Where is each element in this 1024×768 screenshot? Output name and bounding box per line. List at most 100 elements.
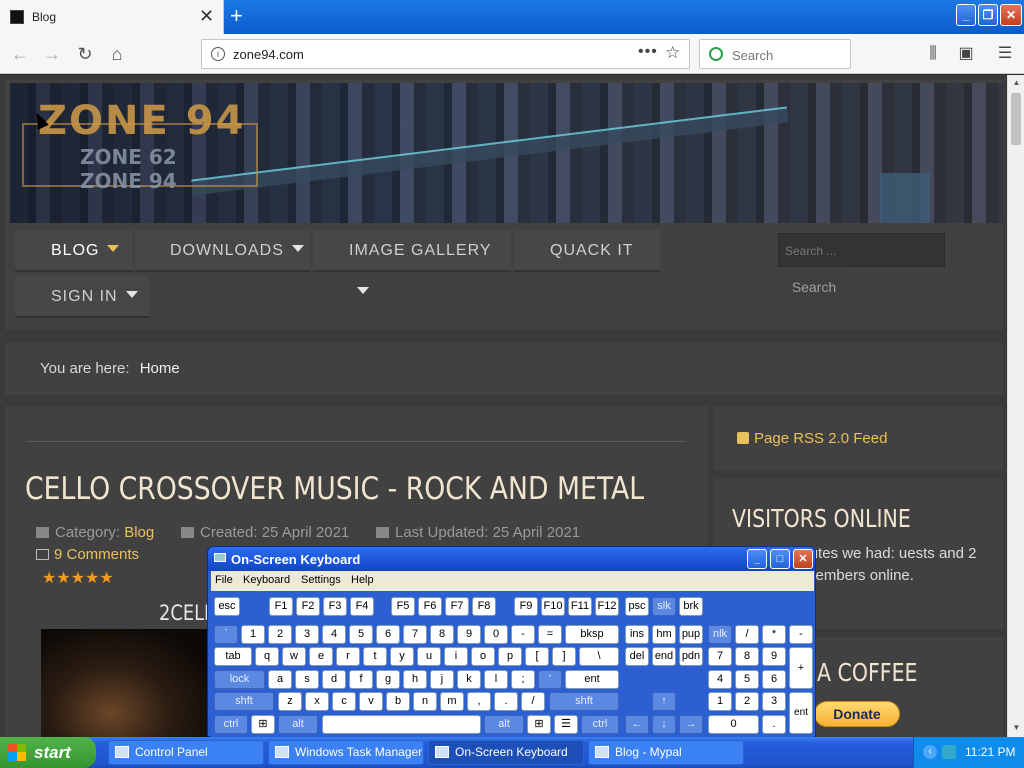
site-search-button[interactable]: Search bbox=[778, 270, 850, 304]
key-f12[interactable]: F12 bbox=[595, 597, 619, 616]
key-esc[interactable]: esc bbox=[214, 597, 240, 616]
menu-blog[interactable]: BLOG bbox=[15, 230, 133, 272]
back-arrow-icon[interactable]: ← bbox=[8, 42, 32, 66]
key-g[interactable]: g bbox=[376, 670, 400, 689]
key-pup[interactable]: pup bbox=[679, 625, 703, 644]
page-scrollbar[interactable]: ▲ ▼ bbox=[1007, 75, 1024, 737]
key-x[interactable]: x bbox=[305, 692, 329, 711]
key-num-3[interactable]: 3 bbox=[762, 692, 786, 711]
key-caps-lock[interactable]: lock bbox=[214, 670, 265, 689]
key-f9[interactable]: F9 bbox=[514, 597, 538, 616]
key-u[interactable]: u bbox=[417, 647, 441, 666]
key-num-multiply[interactable]: * bbox=[762, 625, 786, 644]
key-left-windows[interactable]: ⊞ bbox=[251, 715, 275, 734]
browser-tab[interactable]: Blog ✕ bbox=[0, 0, 224, 34]
rss-link[interactable]: Page RSS 2.0 Feed bbox=[737, 430, 887, 447]
key-l[interactable]: l bbox=[484, 670, 508, 689]
key-6[interactable]: 6 bbox=[376, 625, 400, 644]
site-banner[interactable]: ZONE 94 ZONE 62 ZONE 94 bbox=[10, 83, 1003, 223]
url-bar[interactable]: i zone94.com ••• ☆ bbox=[201, 39, 690, 69]
key-tab[interactable]: tab bbox=[214, 647, 252, 666]
key-d[interactable]: d bbox=[322, 670, 346, 689]
sidebar-toggle-icon[interactable]: ▣ bbox=[955, 43, 977, 65]
menu-image-gallery[interactable]: IMAGE GALLERY bbox=[313, 230, 511, 294]
home-icon[interactable]: ⌂ bbox=[105, 42, 129, 66]
forward-arrow-icon[interactable]: → bbox=[40, 42, 64, 66]
key-f4[interactable]: F4 bbox=[350, 597, 374, 616]
task-control-panel[interactable]: Control Panel bbox=[108, 740, 264, 765]
key-y[interactable]: y bbox=[390, 647, 414, 666]
osk-menu-file[interactable]: File bbox=[215, 574, 233, 586]
key-slk[interactable]: slk bbox=[652, 597, 676, 616]
bookmark-star-icon[interactable]: ☆ bbox=[665, 43, 680, 63]
key-a[interactable]: a bbox=[268, 670, 292, 689]
menu-downloads[interactable]: DOWNLOADS bbox=[135, 230, 310, 272]
key-backslash[interactable]: \ bbox=[579, 647, 619, 666]
url-text[interactable]: zone94.com bbox=[233, 47, 304, 62]
key-f8[interactable]: F8 bbox=[472, 597, 496, 616]
browser-search-input[interactable]: Search bbox=[699, 39, 851, 69]
window-minimize-button[interactable]: _ bbox=[956, 4, 976, 26]
key-i[interactable]: i bbox=[444, 647, 468, 666]
key-num-enter[interactable]: ent bbox=[789, 692, 813, 734]
article-image[interactable] bbox=[41, 629, 216, 737]
key-comma[interactable]: , bbox=[467, 692, 491, 711]
key-o[interactable]: o bbox=[471, 647, 495, 666]
key-h[interactable]: h bbox=[403, 670, 427, 689]
key-8[interactable]: 8 bbox=[430, 625, 454, 644]
key-right-shift[interactable]: shft bbox=[549, 692, 619, 711]
tab-close-icon[interactable]: ✕ bbox=[199, 6, 214, 26]
key-z[interactable]: z bbox=[278, 692, 302, 711]
key-c[interactable]: c bbox=[332, 692, 356, 711]
task-on-screen-keyboard[interactable]: On-Screen Keyboard bbox=[428, 740, 584, 765]
key-num-0[interactable]: 0 bbox=[708, 715, 759, 734]
key-quote[interactable]: ' bbox=[538, 670, 562, 689]
scroll-thumb[interactable] bbox=[1011, 93, 1021, 145]
key-f11[interactable]: F11 bbox=[568, 597, 592, 616]
key-arrow-down[interactable]: ↓ bbox=[652, 715, 676, 734]
key-k[interactable]: k bbox=[457, 670, 481, 689]
osk-menu-settings[interactable]: Settings bbox=[301, 574, 341, 586]
key-r[interactable]: r bbox=[336, 647, 360, 666]
key-4[interactable]: 4 bbox=[322, 625, 346, 644]
key-arrow-right[interactable]: → bbox=[679, 715, 703, 734]
key-equals[interactable]: = bbox=[538, 625, 562, 644]
key-num-divide[interactable]: / bbox=[735, 625, 759, 644]
task-mypal-browser[interactable]: Blog - Mypal bbox=[588, 740, 744, 765]
key-t[interactable]: t bbox=[363, 647, 387, 666]
key-num-8[interactable]: 8 bbox=[735, 647, 759, 666]
key-e[interactable]: e bbox=[309, 647, 333, 666]
key-3[interactable]: 3 bbox=[295, 625, 319, 644]
key-left-ctrl[interactable]: ctrl bbox=[214, 715, 248, 734]
key-b[interactable]: b bbox=[386, 692, 410, 711]
key-del[interactable]: del bbox=[625, 647, 649, 666]
key-f5[interactable]: F5 bbox=[391, 597, 415, 616]
key-right-ctrl[interactable]: ctrl bbox=[581, 715, 619, 734]
key-num-decimal[interactable]: . bbox=[762, 715, 786, 734]
key-f2[interactable]: F2 bbox=[296, 597, 320, 616]
key-arrow-up[interactable]: ↑ bbox=[652, 692, 676, 711]
key-space[interactable] bbox=[322, 715, 481, 734]
key-f1[interactable]: F1 bbox=[269, 597, 293, 616]
new-tab-button[interactable]: + bbox=[230, 3, 243, 29]
osk-menu-keyboard[interactable]: Keyboard bbox=[243, 574, 290, 586]
key-num-2[interactable]: 2 bbox=[735, 692, 759, 711]
key-brk[interactable]: brk bbox=[679, 597, 703, 616]
reload-icon[interactable]: ↻ bbox=[73, 42, 97, 66]
key-hm[interactable]: hm bbox=[652, 625, 676, 644]
key-end[interactable]: end bbox=[652, 647, 676, 666]
key-period[interactable]: . bbox=[494, 692, 518, 711]
tray-app-icon[interactable] bbox=[942, 745, 956, 759]
key-minus[interactable]: - bbox=[511, 625, 535, 644]
key-arrow-left[interactable]: ← bbox=[625, 715, 649, 734]
menu-sign-in[interactable]: SIGN IN bbox=[15, 276, 150, 318]
hamburger-menu-icon[interactable]: ☰ bbox=[994, 43, 1016, 65]
site-logo[interactable]: ZONE 94 bbox=[38, 98, 245, 144]
key-7[interactable]: 7 bbox=[403, 625, 427, 644]
osk-titlebar[interactable]: On-Screen Keyboard _ □ ✕ bbox=[208, 547, 815, 571]
key-num-7[interactable]: 7 bbox=[708, 647, 732, 666]
key-f7[interactable]: F7 bbox=[445, 597, 469, 616]
task-task-manager[interactable]: Windows Task Manager bbox=[268, 740, 424, 765]
key-menu[interactable]: ☰ bbox=[554, 715, 578, 734]
key-v[interactable]: v bbox=[359, 692, 383, 711]
